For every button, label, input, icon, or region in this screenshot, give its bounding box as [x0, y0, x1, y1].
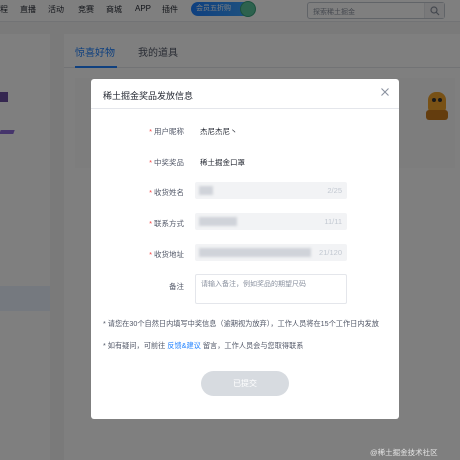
dialog-header: 稀土掘金奖品发放信息	[91, 79, 399, 109]
watermark: @稀土掘金技术社区	[370, 448, 438, 457]
receiver-name-field[interactable]: 2/25	[195, 182, 347, 199]
dialog-title: 稀土掘金奖品发放信息	[103, 91, 194, 101]
username-label: * 用户昵称	[149, 127, 184, 136]
remark-textarea[interactable]: 请输入备注，例如奖品的期望尺码	[195, 274, 347, 304]
prize-value: 稀土掘金口罩	[200, 158, 245, 167]
phone-field[interactable]: 11/11	[195, 213, 347, 230]
deadline-note: * 请您在30个自然日内填写中奖信息（逾期视为放弃），工作人员将在15个工作日内…	[103, 319, 379, 328]
close-icon[interactable]	[380, 87, 390, 97]
receiver-name-count: 2/25	[327, 186, 342, 195]
redacted-value	[199, 217, 237, 226]
prize-info-dialog: 稀土掘金奖品发放信息 * 用户昵称 杰尼杰尼丶 * 中奖奖品 稀土掘金口罩 * 收货姓…	[91, 79, 399, 419]
feedback-link[interactable]: 反馈&建议	[167, 341, 201, 350]
contact-note: * 如有疑问，可前往 反馈&建议 留言，工作人员会与您取得联系	[103, 341, 304, 350]
redacted-value	[199, 248, 311, 257]
phone-count: 11/11	[324, 217, 342, 226]
address-label: * 收货地址	[149, 250, 184, 259]
remark-label: 备注	[169, 282, 184, 291]
phone-label: * 联系方式	[149, 219, 184, 228]
address-count: 21/120	[319, 248, 342, 257]
address-field[interactable]: 21/120	[195, 244, 347, 261]
receiver-name-label: * 收货姓名	[149, 188, 184, 197]
redacted-value	[199, 186, 213, 195]
username-value: 杰尼杰尼丶	[200, 127, 238, 136]
prize-label: * 中奖奖品	[149, 158, 184, 167]
remark-placeholder: 请输入备注，例如奖品的期望尺码	[201, 281, 306, 288]
submitted-button[interactable]: 已提交	[201, 371, 289, 396]
